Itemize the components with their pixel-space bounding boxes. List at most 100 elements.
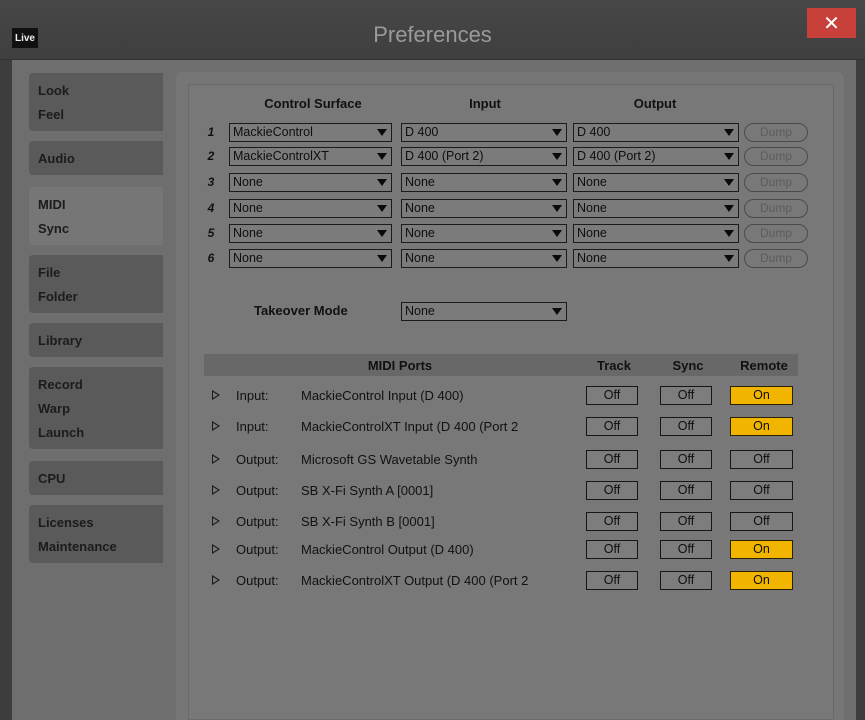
sync-header: Sync bbox=[672, 358, 704, 373]
sidebar-item-licenses[interactable]: Licenses bbox=[38, 511, 163, 535]
expand-triangle-icon[interactable] bbox=[212, 575, 220, 585]
port-direction: Output: bbox=[236, 573, 279, 588]
expand-triangle-icon[interactable] bbox=[212, 421, 220, 431]
control-surface-dropdown[interactable]: MackieControlXT bbox=[229, 147, 392, 166]
sidebar-item-folder[interactable]: Folder bbox=[38, 285, 163, 309]
dump-button[interactable]: Dump bbox=[744, 123, 808, 142]
port-name: Microsoft GS Wavetable Synth bbox=[301, 452, 478, 467]
sync-toggle[interactable]: Off bbox=[660, 540, 712, 559]
dropdown-arrow-icon bbox=[377, 153, 387, 160]
dump-button[interactable]: Dump bbox=[744, 199, 808, 218]
input-header: Input bbox=[469, 96, 501, 111]
remote-toggle[interactable]: On bbox=[730, 571, 793, 590]
sidebar-item-maintenance[interactable]: Maintenance bbox=[38, 535, 163, 559]
sidebar-item-library[interactable]: Library bbox=[38, 329, 163, 353]
control-surface-dropdown[interactable]: None bbox=[229, 199, 392, 218]
sync-toggle[interactable]: Off bbox=[660, 417, 712, 436]
dropdown-arrow-icon bbox=[724, 230, 734, 237]
output-dropdown[interactable]: None bbox=[573, 224, 739, 243]
row-number: 4 bbox=[207, 201, 215, 215]
close-button[interactable]: ✕ bbox=[807, 8, 856, 38]
remote-toggle[interactable]: Off bbox=[730, 512, 793, 531]
input-dropdown[interactable]: D 400 (Port 2) bbox=[401, 147, 567, 166]
sidebar-item-file[interactable]: File bbox=[38, 261, 163, 285]
control-surface-dropdown[interactable]: None bbox=[229, 224, 392, 243]
track-toggle[interactable]: Off bbox=[586, 450, 638, 469]
dropdown-arrow-icon bbox=[552, 179, 562, 186]
track-toggle[interactable]: Off bbox=[586, 417, 638, 436]
dropdown-arrow-icon bbox=[724, 179, 734, 186]
remote-toggle[interactable]: On bbox=[730, 540, 793, 559]
sidebar-group-8: Licenses Maintenance bbox=[29, 505, 163, 563]
control-surface-dropdown[interactable]: None bbox=[229, 173, 392, 192]
dropdown-arrow-icon bbox=[724, 153, 734, 160]
remote-toggle[interactable]: On bbox=[730, 386, 793, 405]
output-dropdown[interactable]: None bbox=[573, 173, 739, 192]
sync-toggle[interactable]: Off bbox=[660, 512, 712, 531]
output-dropdown[interactable]: None bbox=[573, 199, 739, 218]
sidebar-group-1: Look Feel bbox=[29, 73, 163, 131]
takeover-mode-value: None bbox=[405, 304, 435, 318]
port-name: SB X-Fi Synth B [0001] bbox=[301, 514, 435, 529]
output-header: Output bbox=[633, 96, 677, 111]
output-dropdown-value: None bbox=[577, 201, 607, 215]
expand-triangle-icon[interactable] bbox=[212, 516, 220, 526]
expand-triangle-icon[interactable] bbox=[212, 544, 220, 554]
dump-button[interactable]: Dump bbox=[744, 249, 808, 268]
sidebar-item-audio[interactable]: Audio bbox=[38, 147, 163, 171]
sidebar-group-4: File Folder bbox=[29, 255, 163, 313]
remote-toggle[interactable]: Off bbox=[730, 481, 793, 500]
dump-button[interactable]: Dump bbox=[744, 147, 808, 166]
sidebar-item-warp[interactable]: Warp bbox=[38, 397, 163, 421]
remote-header: Remote bbox=[740, 358, 788, 373]
takeover-mode-dropdown[interactable]: None bbox=[401, 302, 567, 321]
expand-triangle-icon[interactable] bbox=[212, 485, 220, 495]
dropdown-arrow-icon bbox=[552, 255, 562, 262]
sidebar-item-sync[interactable]: Sync bbox=[38, 217, 163, 241]
sidebar-item-launch[interactable]: Launch bbox=[38, 421, 163, 445]
expand-triangle-icon[interactable] bbox=[212, 454, 220, 464]
port-direction: Output: bbox=[236, 452, 279, 467]
remote-toggle[interactable]: On bbox=[730, 417, 793, 436]
control-surface-dropdown[interactable]: MackieControl bbox=[229, 123, 392, 142]
dropdown-arrow-icon bbox=[377, 129, 387, 136]
dump-button[interactable]: Dump bbox=[744, 173, 808, 192]
output-dropdown-value: None bbox=[577, 175, 607, 189]
track-toggle[interactable]: Off bbox=[586, 481, 638, 500]
sync-toggle[interactable]: Off bbox=[660, 571, 712, 590]
midi-ports-header-label: MIDI Ports bbox=[367, 358, 433, 373]
input-dropdown-value: None bbox=[405, 175, 435, 189]
input-dropdown[interactable]: None bbox=[401, 249, 567, 268]
sidebar-item-feel[interactable]: Feel bbox=[38, 103, 163, 127]
dump-button[interactable]: Dump bbox=[744, 224, 808, 243]
input-dropdown[interactable]: None bbox=[401, 224, 567, 243]
dropdown-arrow-icon bbox=[724, 205, 734, 212]
expand-triangle-icon[interactable] bbox=[212, 390, 220, 400]
output-dropdown[interactable]: D 400 (Port 2) bbox=[573, 147, 739, 166]
input-dropdown[interactable]: None bbox=[401, 173, 567, 192]
port-direction: Input: bbox=[236, 388, 269, 403]
sidebar-item-cpu[interactable]: CPU bbox=[38, 467, 163, 491]
output-dropdown-value: None bbox=[577, 251, 607, 265]
sync-toggle[interactable]: Off bbox=[660, 481, 712, 500]
input-dropdown[interactable]: None bbox=[401, 199, 567, 218]
sidebar-item-look[interactable]: Look bbox=[38, 79, 163, 103]
input-dropdown[interactable]: D 400 bbox=[401, 123, 567, 142]
sidebar-item-midi[interactable]: MIDI bbox=[38, 193, 163, 217]
track-toggle[interactable]: Off bbox=[586, 512, 638, 531]
remote-toggle[interactable]: Off bbox=[730, 450, 793, 469]
output-dropdown[interactable]: D 400 bbox=[573, 123, 739, 142]
sidebar-item-record[interactable]: Record bbox=[38, 373, 163, 397]
track-toggle[interactable]: Off bbox=[586, 571, 638, 590]
output-dropdown[interactable]: None bbox=[573, 249, 739, 268]
sync-toggle[interactable]: Off bbox=[660, 386, 712, 405]
dropdown-arrow-icon bbox=[377, 230, 387, 237]
dropdown-arrow-icon bbox=[552, 205, 562, 212]
control-surface-dropdown[interactable]: None bbox=[229, 249, 392, 268]
sync-toggle[interactable]: Off bbox=[660, 450, 712, 469]
port-direction: Output: bbox=[236, 514, 279, 529]
sidebar-group-5: Library bbox=[29, 323, 163, 357]
output-dropdown-value: D 400 bbox=[577, 125, 611, 139]
track-toggle[interactable]: Off bbox=[586, 540, 638, 559]
track-toggle[interactable]: Off bbox=[586, 386, 638, 405]
